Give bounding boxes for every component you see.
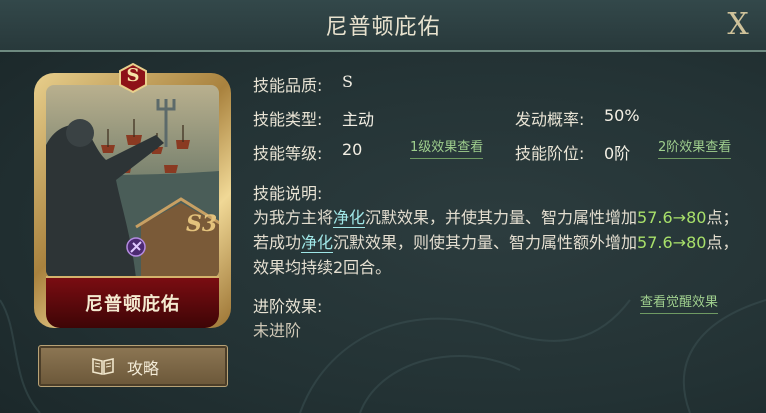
tier-label: 技能阶位:	[515, 144, 585, 163]
desc-text-4: 沉默效果，则使其力量、智力属性额外增加	[333, 233, 638, 252]
type-label: 技能类型:	[253, 110, 323, 129]
advance-label: 进阶效果:	[253, 297, 323, 316]
silence-icon	[126, 237, 146, 257]
skill-description: 为我方主将净化沉默效果，并使其力量、智力属性增加57.6→80点；若成功净化沉默…	[253, 205, 743, 280]
level-label: 技能等级:	[253, 144, 323, 163]
description-label: 技能说明:	[253, 184, 323, 203]
tier-value: 0阶	[604, 144, 631, 163]
guide-button-label: 攻略	[127, 359, 160, 378]
keyword-purify-2[interactable]: 净化	[301, 233, 334, 253]
tier2-effect-link[interactable]: 2阶效果查看	[658, 136, 732, 159]
desc-text-1: 为我方主将	[253, 208, 334, 227]
card-name: 尼普顿庇佑	[85, 294, 180, 315]
skill-detail-panel: 尼普顿庇佑 X 尼普顿庇佑 S S3 攻略 技能品质: S 技能类型: 主动 发…	[0, 0, 766, 413]
skill-star-mark: S3	[186, 211, 218, 237]
quality-label: 技能品质:	[253, 76, 323, 95]
keyword-purify-1[interactable]: 净化	[333, 208, 366, 228]
level1-effect-link[interactable]: 1级效果查看	[410, 136, 484, 159]
title-bar: 尼普顿庇佑 X	[0, 0, 766, 52]
quality-badge-letter: S	[126, 65, 140, 86]
guide-button[interactable]: 攻略	[38, 345, 228, 387]
chance-label: 发动概率:	[515, 110, 585, 129]
awakening-effect-link[interactable]: 查看觉醒效果	[640, 291, 719, 314]
quality-badge: S	[118, 62, 148, 94]
desc-number-3: 57.6	[637, 233, 673, 252]
desc-number-4: →80	[672, 233, 707, 252]
skill-card: 尼普顿庇佑 S S3	[34, 62, 231, 328]
card-name-plate: 尼普顿庇佑	[46, 276, 219, 328]
book-icon	[92, 358, 114, 375]
desc-number-1: 57.6	[637, 208, 673, 227]
quality-value: S	[342, 72, 353, 91]
desc-text-2: 沉默效果，并使其力量、智力属性增加	[365, 208, 638, 227]
chance-value: 50%	[604, 106, 640, 125]
type-value: 主动	[342, 110, 375, 129]
advance-value: 未进阶	[253, 321, 302, 340]
desc-number-2: →80	[672, 208, 707, 227]
close-button[interactable]: X	[718, 6, 758, 44]
window-title: 尼普顿庇佑	[325, 15, 441, 40]
level-value: 20	[342, 140, 363, 159]
